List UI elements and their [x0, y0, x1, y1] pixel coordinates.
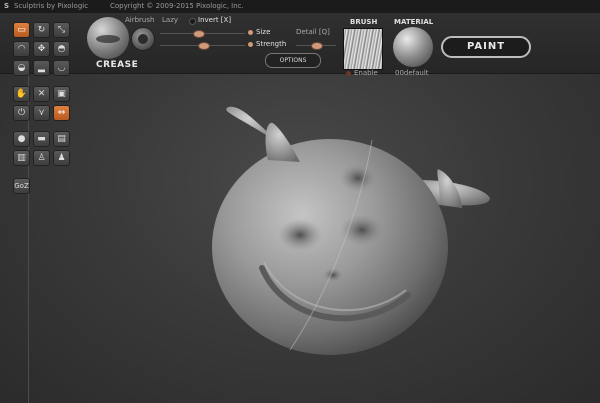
sculptris-logo-icon: S [4, 2, 10, 10]
brush-name: CREASE [96, 60, 139, 70]
left-eye-socket [278, 219, 322, 251]
detail-slider-handle[interactable] [311, 42, 323, 50]
size-indicator-icon [248, 30, 253, 35]
paint-button[interactable]: PAINT [441, 36, 531, 58]
head-body [212, 139, 448, 355]
sculpted-head-model[interactable] [212, 106, 490, 355]
material-heading: MATERIAL [394, 18, 434, 26]
size-label: Size [256, 28, 271, 36]
brush-preview-icon[interactable] [87, 17, 129, 59]
lazy-toggle[interactable]: Lazy [162, 16, 178, 24]
material-preview[interactable] [393, 27, 433, 67]
rotate-tool-icon[interactable]: ↻ [33, 22, 50, 38]
move-tool-icon[interactable]: ✥ [33, 41, 50, 57]
title-bar: S Sculptris by Pixologic Copyright © 200… [0, 0, 600, 13]
options-button[interactable]: OPTIONS [265, 53, 321, 68]
inflate-tool-icon[interactable]: ◓ [53, 41, 70, 57]
settings-icon[interactable]: ▥ [13, 150, 30, 166]
brush-heading: BRUSH [350, 18, 378, 26]
strength-label: Strength [256, 40, 287, 48]
strength-slider-handle[interactable] [197, 42, 210, 50]
brush-falloff-icon[interactable] [131, 27, 155, 51]
scale-tool-icon[interactable]: ⤡ [53, 22, 70, 38]
sphere-icon[interactable]: ● [13, 131, 30, 147]
pinch-tool-icon[interactable]: ◒ [13, 60, 30, 76]
top-left-horn [265, 122, 300, 162]
invert-label: Invert [X] [198, 16, 232, 24]
power-icon[interactable]: ⏻ [13, 105, 30, 121]
detail-label: Detail [Q] [296, 28, 330, 36]
draw-tool-icon[interactable]: ◠ [13, 41, 30, 57]
app-title: Sculptris by Pixologic [14, 2, 89, 10]
right-eye-socket [340, 214, 384, 246]
grab-tool-icon[interactable]: ✋ [13, 86, 30, 102]
airbrush-toggle[interactable]: Airbrush [125, 16, 154, 24]
forehead-dent [340, 164, 376, 192]
sculpt-viewport[interactable] [29, 74, 600, 403]
invert-checkbox[interactable] [189, 18, 196, 25]
goz-button[interactable]: GoZ [13, 178, 30, 194]
copyright-text: Copyright © 2009-2015 Pixologic, Inc. [110, 2, 244, 10]
strength-indicator-icon [248, 42, 253, 47]
brush-texture-preview[interactable] [343, 28, 383, 70]
crease-tool-icon[interactable]: ▭ [13, 22, 30, 38]
